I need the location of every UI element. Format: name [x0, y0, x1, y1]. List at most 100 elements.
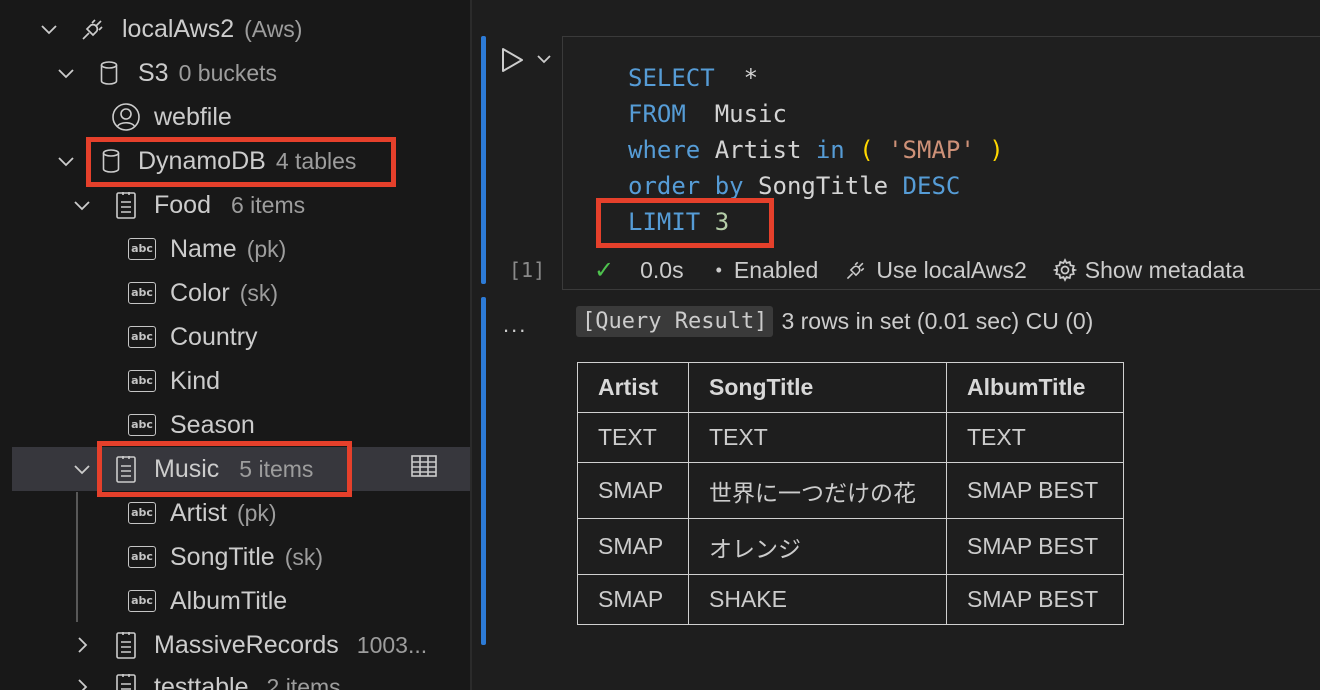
attribute-label: Color [170, 278, 230, 307]
output-focus-indicator [481, 297, 486, 645]
table-cell: SMAP [577, 574, 689, 625]
attribute-label: Season [170, 410, 255, 439]
show-metadata-label: Show metadata [1084, 256, 1245, 283]
success-check-icon: ✓ [594, 256, 615, 284]
attribute-key: (pk) [236, 499, 277, 526]
use-connection-label: Use localAws2 [876, 256, 1027, 283]
music-label: Music [154, 454, 220, 483]
attribute-label: Artist [170, 498, 227, 527]
string-type-icon: abc [128, 326, 156, 348]
food-description: 6 items [230, 191, 306, 218]
execution-count: [1] [509, 258, 546, 282]
attribute-key: (sk) [284, 543, 324, 570]
string-type-icon: abc [128, 546, 156, 568]
chevron-down-icon[interactable] [55, 150, 77, 172]
tree-item-table-food[interactable]: Food 6 items [12, 183, 470, 227]
table-row: SMAP オレンジ SMAP BEST [577, 518, 1124, 575]
enabled-status[interactable]: Enabled [734, 257, 818, 284]
tree-item-connection[interactable]: localAws2 (Aws) [12, 7, 470, 51]
connection-name: localAws2 [122, 14, 235, 43]
table-list-icon [114, 454, 138, 484]
show-metadata-item[interactable]: Show metadata [1052, 256, 1245, 284]
attribute-label: Country [170, 322, 258, 351]
column-header: Artist [577, 362, 689, 413]
tree-item-attribute[interactable]: abc Kind [12, 359, 470, 403]
tree-item-attribute[interactable]: abc Country [12, 315, 470, 359]
use-connection-item[interactable]: Use localAws2 [844, 256, 1027, 284]
table-list-icon [114, 672, 138, 690]
chevron-right-icon[interactable] [71, 676, 93, 690]
query-result-summary: [Query Result] 3 rows in set (0.01 sec) … [576, 306, 1093, 337]
tree-item-table-massiverecords[interactable]: MassiveRecords 1003... [12, 623, 470, 667]
tree-item-attribute[interactable]: abc Name (pk) [12, 227, 470, 271]
table-cell: オレンジ [688, 518, 947, 575]
tree-item-label: localAws2 (Aws) [122, 15, 302, 44]
panel-divider[interactable] [470, 0, 472, 690]
code-line-4: order by SongTitle DESC [628, 172, 961, 200]
table-row: SMAP SHAKE SMAP BEST [577, 574, 1124, 625]
tree-item-attribute[interactable]: abc AlbumTitle [12, 579, 470, 623]
table-cell: SMAP [577, 518, 689, 575]
plug-icon [78, 14, 108, 44]
s3-description: 0 buckets [178, 59, 278, 86]
dynamodb-label: DynamoDB [138, 146, 266, 175]
tree-item-attribute[interactable]: abc Season [12, 403, 470, 447]
tree-item-attribute[interactable]: abc SongTitle (sk) [12, 535, 470, 579]
tree-item-dynamodb[interactable]: DynamoDB 4 tables [12, 139, 470, 183]
tree-item-table-music[interactable]: Music 5 items [12, 447, 470, 491]
string-type-icon: abc [128, 238, 156, 260]
attribute-label: Name [170, 234, 237, 263]
attribute-label: SongTitle [170, 542, 275, 571]
chevron-down-icon[interactable] [71, 458, 93, 480]
table-row: TEXT TEXT TEXT [577, 412, 1124, 463]
table-cell: SMAP BEST [946, 518, 1124, 575]
tree-item-attribute[interactable]: abc Artist (pk) [12, 491, 470, 535]
string-type-icon: abc [128, 502, 156, 524]
attribute-key: (pk) [246, 235, 287, 262]
query-result-stats: 3 rows in set (0.01 sec) CU (0) [781, 308, 1094, 334]
dynamodb-description: 4 tables [275, 147, 357, 174]
music-description: 5 items [239, 455, 314, 482]
code-line-2: FROM Music [628, 100, 787, 128]
table-cell: SHAKE [688, 574, 947, 625]
string-type-icon: abc [128, 282, 156, 304]
code-line-1: SELECT * [628, 64, 759, 92]
cell-focus-indicator [481, 36, 486, 284]
attribute-label: Kind [170, 366, 221, 395]
table-cell: SMAP [577, 462, 689, 519]
result-table: Artist SongTitle AlbumTitle TEXT TEXT TE… [577, 362, 1124, 625]
code-line-3: where Artist in ( 'SMAP' ) [628, 136, 1004, 164]
tree-item-s3[interactable]: S3 0 buckets [12, 51, 470, 95]
run-options-chevron-icon[interactable] [535, 50, 553, 68]
output-more-icon[interactable]: ... [503, 312, 527, 338]
attribute-label: AlbumTitle [170, 586, 288, 615]
table-cell: TEXT [688, 412, 947, 463]
cell-status-bar: ✓ 0.0s • Enabled Use localAws2 Show meta… [594, 254, 1245, 286]
table-row: SMAP 世界に一つだけの花 SMAP BEST [577, 462, 1124, 519]
tree-item-attribute[interactable]: abc Color (sk) [12, 271, 470, 315]
food-label: Food [154, 190, 211, 219]
chevron-down-icon[interactable] [55, 62, 77, 84]
tree-item-table-testtable[interactable]: testtable 2 items [12, 665, 470, 690]
tree-item-webfile[interactable]: webfile [12, 95, 470, 139]
column-header: AlbumTitle [946, 362, 1124, 413]
chevron-right-icon[interactable] [71, 634, 93, 656]
table-list-icon [114, 630, 138, 660]
table-header-row: Artist SongTitle AlbumTitle [577, 362, 1124, 413]
table-cell: 世界に一つだけの花 [688, 462, 947, 519]
table-cell: SMAP BEST [946, 574, 1124, 625]
run-cell-button[interactable] [499, 46, 525, 74]
query-result-tag: [Query Result] [576, 306, 774, 337]
s3-label: S3 [138, 58, 169, 87]
plug-icon [847, 261, 865, 280]
chevron-down-icon[interactable] [38, 18, 60, 40]
open-table-icon[interactable] [410, 454, 438, 485]
table-cell: TEXT [946, 412, 1124, 463]
massiverecords-description: 1003... [356, 631, 428, 658]
table-cell: TEXT [577, 412, 689, 463]
table-list-icon [114, 190, 138, 220]
database-icon [100, 147, 122, 175]
gear-icon [1052, 258, 1077, 282]
chevron-down-icon[interactable] [71, 194, 93, 216]
account-icon [110, 101, 142, 133]
